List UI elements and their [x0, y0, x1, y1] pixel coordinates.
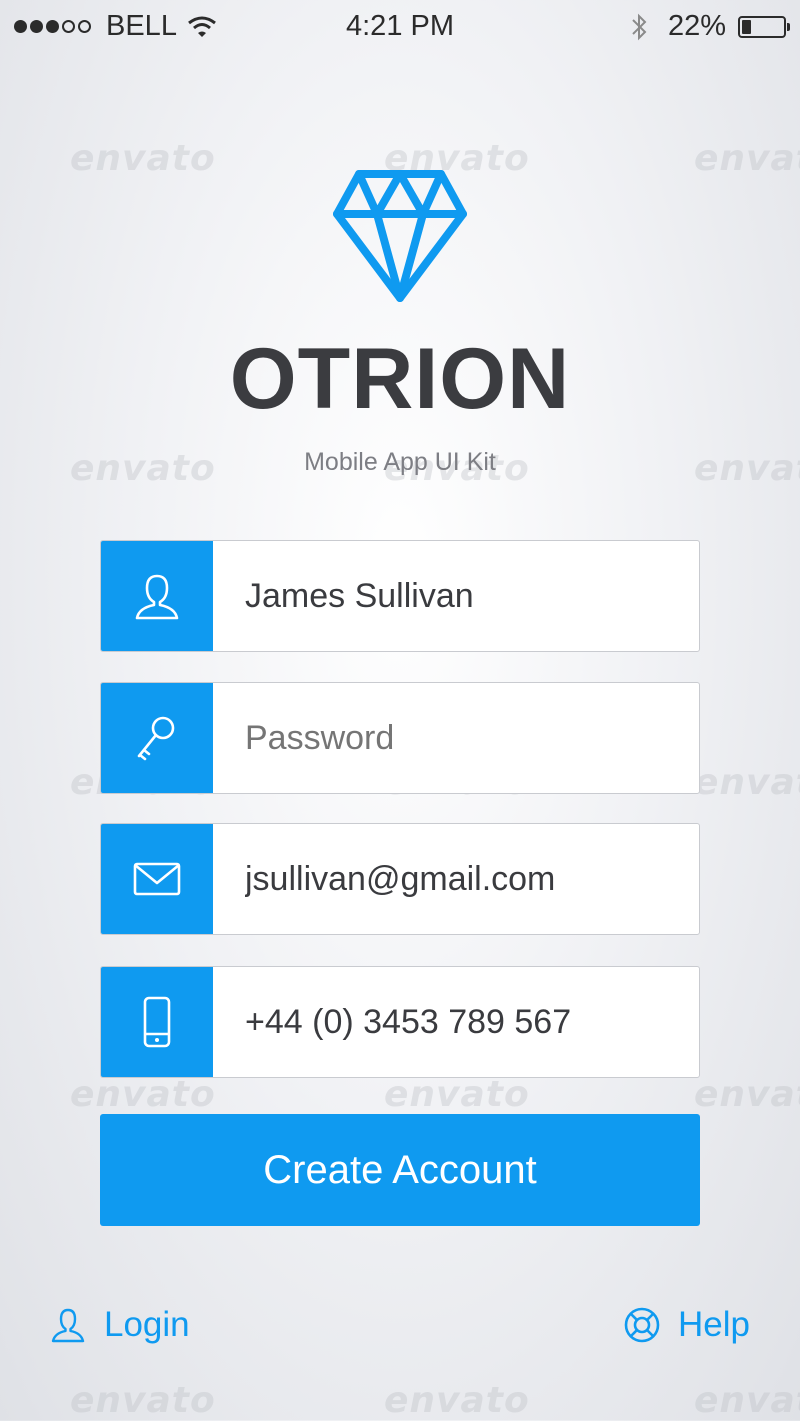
password-input[interactable] [245, 683, 685, 793]
battery-section: 22% [630, 10, 790, 43]
phone-field-icon-box [101, 967, 213, 1077]
password-field[interactable] [100, 682, 700, 794]
watermark: envato [70, 138, 216, 179]
watermark: envato [694, 1380, 800, 1421]
watermark: envato [384, 1380, 530, 1421]
name-field-icon-box [101, 541, 213, 651]
bluetooth-icon [632, 13, 647, 40]
name-input[interactable] [245, 541, 685, 651]
app-subtitle: Mobile App UI Kit [304, 448, 496, 476]
diamond-logo-icon [333, 170, 467, 302]
battery-icon [738, 15, 790, 38]
password-field-icon-box [101, 683, 213, 793]
watermark: envato [694, 1074, 800, 1115]
user-icon [135, 574, 179, 620]
login-label: Login [104, 1305, 190, 1344]
envelope-icon [133, 862, 181, 896]
watermark: envato [694, 138, 800, 179]
watermark: envato [70, 1380, 216, 1421]
battery-level [742, 19, 751, 34]
name-field[interactable] [100, 540, 700, 652]
watermark: envato [694, 762, 800, 803]
watermark: envato [70, 1074, 216, 1115]
user-icon [51, 1308, 85, 1343]
email-field-icon-box [101, 824, 213, 934]
phone-input[interactable] [245, 967, 685, 1077]
help-label: Help [678, 1305, 750, 1344]
email-input[interactable] [245, 824, 685, 934]
help-link[interactable]: Help [622, 1305, 750, 1345]
phone-icon [143, 996, 171, 1048]
app-name: OTRION [229, 331, 571, 427]
lifebuoy-icon [624, 1307, 660, 1343]
phone-field[interactable] [100, 966, 700, 1078]
email-field[interactable] [100, 823, 700, 935]
status-bar: BELL 4:21 PM 22% [0, 0, 800, 56]
watermark: envato [384, 1074, 530, 1115]
key-icon [137, 716, 175, 761]
battery-percent: 22% [667, 10, 726, 42]
login-link[interactable]: Login [48, 1305, 190, 1345]
create-account-button[interactable]: Create Account [100, 1114, 700, 1226]
